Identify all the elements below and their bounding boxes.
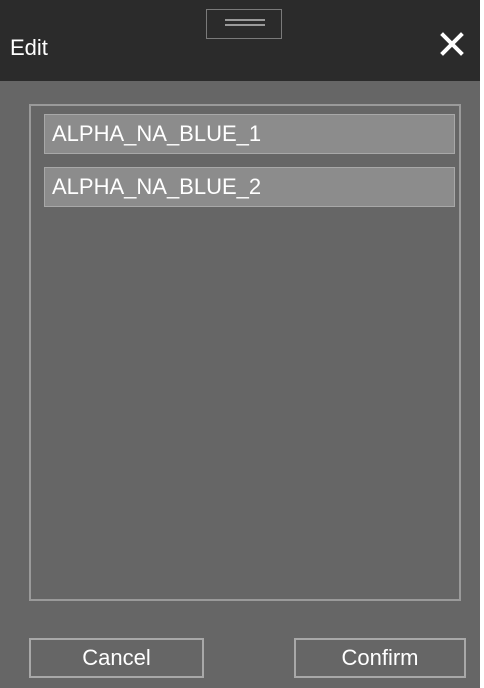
list-item[interactable]: ALPHA_NA_BLUE_1 <box>44 114 455 154</box>
confirm-button[interactable]: Confirm <box>294 638 466 678</box>
list-item[interactable]: ALPHA_NA_BLUE_2 <box>44 167 455 207</box>
cancel-button[interactable]: Cancel <box>29 638 204 678</box>
dialog-titlebar: Edit <box>0 0 480 81</box>
edit-dialog: Edit ALPHA_NA_BLUE_1 ALPHA_NA_BLUE_2 Can… <box>0 0 480 688</box>
close-button[interactable] <box>438 30 466 58</box>
item-list[interactable]: ALPHA_NA_BLUE_1 ALPHA_NA_BLUE_2 <box>29 104 461 601</box>
dialog-title: Edit <box>10 35 48 60</box>
close-icon <box>440 32 464 56</box>
drag-handle-icon[interactable] <box>206 9 282 39</box>
